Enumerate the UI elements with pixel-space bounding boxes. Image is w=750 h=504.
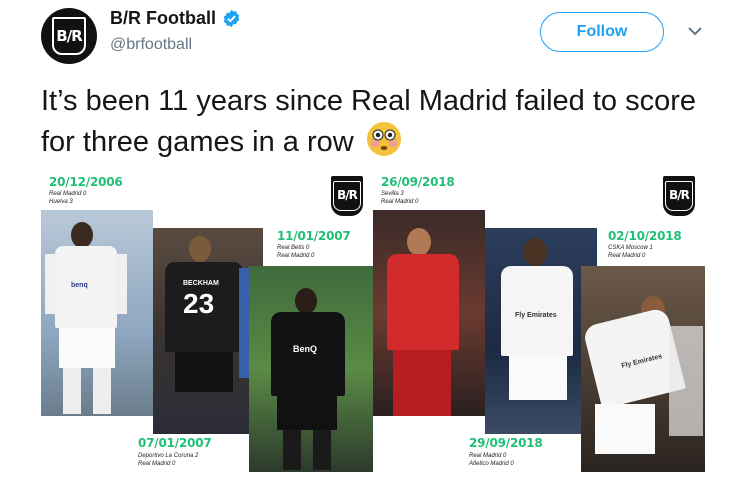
br-logo-icon: B/R bbox=[52, 17, 86, 55]
shirt-sponsor-text: BenQ bbox=[293, 344, 318, 354]
logo-text: B/R bbox=[665, 181, 693, 211]
photo-panel: benq bbox=[41, 210, 153, 416]
game-score-line: Huelva 3 bbox=[49, 199, 73, 205]
follow-button[interactable]: Follow bbox=[540, 12, 664, 52]
avatar-logo-text: B/R bbox=[56, 27, 82, 45]
avatar[interactable]: B/R bbox=[41, 8, 97, 64]
br-logo-icon: B/R bbox=[331, 176, 363, 216]
handle[interactable]: @brfootball bbox=[110, 36, 192, 54]
tweet-text: It’s been 11 years since Real Madrid fai… bbox=[41, 82, 731, 162]
display-name-row: B/R Football bbox=[110, 8, 241, 29]
game-score-line: Real Madrid 0 bbox=[277, 253, 315, 259]
game-date: 11/01/2007 bbox=[277, 229, 351, 243]
photo-panel: Fly Emirates bbox=[581, 266, 705, 472]
game-score-line: Real Madrid 0 bbox=[138, 461, 176, 467]
flushed-face-icon bbox=[366, 122, 401, 156]
br-logo-icon: B/R bbox=[663, 176, 695, 216]
game-date: 20/12/2006 bbox=[49, 175, 123, 189]
chevron-down-icon[interactable] bbox=[686, 22, 704, 40]
shirt-number-text: 23 bbox=[183, 288, 215, 319]
game-score-line: Real Madrid 0 bbox=[608, 253, 646, 259]
verified-badge-icon bbox=[223, 9, 240, 28]
display-name[interactable]: B/R Football bbox=[110, 8, 216, 29]
shirt-name-text: BECKHAM bbox=[183, 280, 219, 287]
shirt-sponsor-text: Fly Emirates bbox=[515, 312, 557, 319]
game-score-line: Atletico Madrid 0 bbox=[469, 461, 514, 467]
tweet-image[interactable]: 20/12/2006 Real Madrid 0 Huelva 3 benq B… bbox=[41, 168, 706, 474]
logo-text: B/R bbox=[333, 181, 361, 211]
game-score-line: Real Madrid 0 bbox=[49, 191, 87, 197]
game-score-line: CSKA Moscow 1 bbox=[608, 245, 653, 251]
photo-panel: BECKHAM 23 bbox=[153, 228, 263, 434]
game-date: 07/01/2007 bbox=[138, 436, 212, 450]
game-date: 26/09/2018 bbox=[381, 175, 455, 189]
photo-panel: BenQ bbox=[249, 266, 373, 472]
shirt-sponsor-text: benq bbox=[71, 282, 88, 289]
game-score-line: Real Madrid 0 bbox=[469, 453, 507, 459]
game-score-line: Sevilla 3 bbox=[381, 191, 404, 197]
game-date: 29/09/2018 bbox=[469, 436, 543, 450]
game-score-line: Deportivo La Coruna 2 bbox=[138, 453, 199, 459]
game-date: 02/10/2018 bbox=[608, 229, 682, 243]
game-score-line: Real Betis 0 bbox=[277, 245, 310, 251]
game-score-line: Real Madrid 0 bbox=[381, 199, 419, 205]
photo-panel bbox=[373, 210, 485, 416]
